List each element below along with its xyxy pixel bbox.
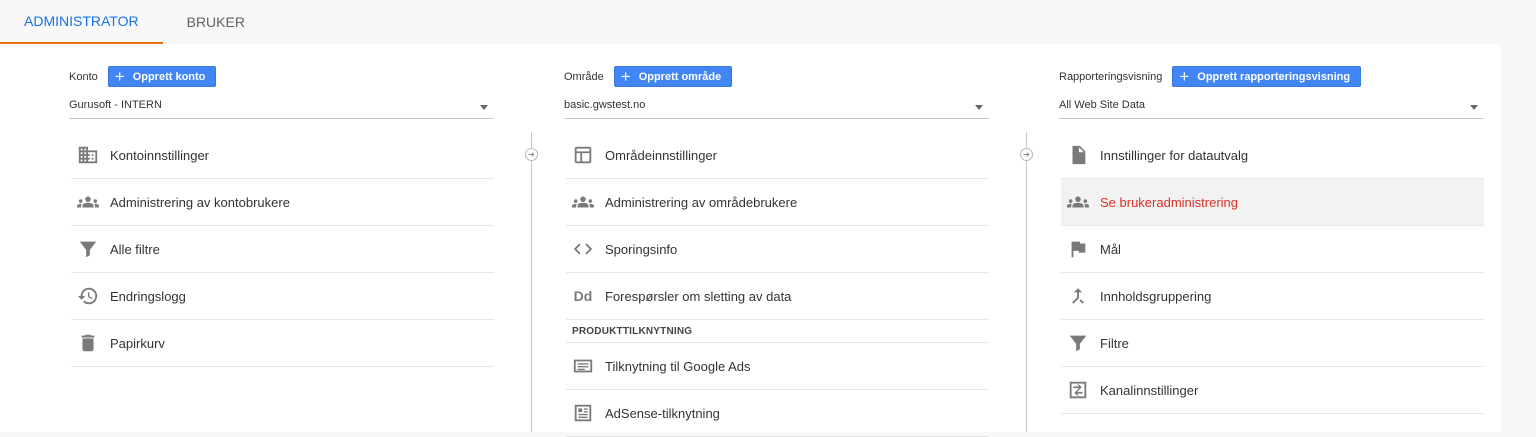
property-menu: Områdeinnstillinger Administrering av om… [566,132,989,437]
menu-item-change-history[interactable]: Endringslogg [71,273,494,320]
dropdown-caret-icon [1470,105,1478,110]
filter-icon [1066,331,1090,355]
dropdown-caret-icon [975,105,983,110]
menu-item-trash[interactable]: Papirkurv [71,320,494,367]
menu-item-account-settings[interactable]: Kontoinnstillinger [71,132,494,179]
tab-bruker[interactable]: BRUKER [163,0,269,44]
menu-item-google-ads-linking[interactable]: Tilknytning til Google Ads [566,343,989,390]
menu-item-adsense-linking[interactable]: AdSense-tilknytning [566,390,989,437]
file-icon [1066,143,1090,167]
menu-item-property-users[interactable]: Administrering av områdebrukere [566,179,989,226]
create-view-button[interactable]: + Opprett rapporteringsvisning [1172,66,1362,87]
ads-icon [571,354,595,378]
property-select[interactable]: basic.gwstest.no [564,99,989,119]
channel-icon [1066,378,1090,402]
account-select-value: Gurusoft - INTERN [69,99,162,111]
account-menu: Kontoinnstillinger Administrering av kon… [71,132,494,367]
people-icon [571,190,595,214]
section-title-product-linking: PRODUKTTILKNYTNING [566,320,989,343]
arrow-right-icon: ➔ [525,148,538,161]
adsense-icon [571,401,595,425]
create-property-button[interactable]: + Opprett område [613,66,733,87]
menu-item-view-user-management[interactable]: Se brukeradministrering [1061,179,1484,226]
filter-icon [76,237,100,261]
admin-tabs: ADMINISTRATOR BRUKER [0,0,269,44]
menu-item-channel-settings[interactable]: Kanalinnstillinger [1061,367,1484,414]
flag-icon [1066,237,1090,261]
view-select-value: All Web Site Data [1059,99,1146,111]
menu-item-content-grouping[interactable]: Innholdsgruppering [1061,273,1484,320]
layout-icon [571,143,595,167]
plus-icon: + [1179,67,1190,86]
account-label: Konto [69,70,98,83]
view-menu: Innstillinger for datautvalg Se brukerad… [1061,132,1484,414]
property-select-value: basic.gwstest.no [564,99,646,111]
plus-icon: + [114,67,125,86]
merge-icon [1066,284,1090,308]
property-label: Område [564,70,604,83]
admin-panel: Konto + Opprett konto Gurusoft - INTERN K… [0,44,1501,437]
dd-icon: Dd [573,288,593,304]
column-divider [531,132,532,432]
building-icon [76,143,100,167]
menu-item-property-settings[interactable]: Områdeinnstillinger [566,132,989,179]
trash-icon [76,331,100,355]
code-icon [571,237,595,261]
menu-item-view-settings[interactable]: Innstillinger for datautvalg [1061,132,1484,179]
menu-item-goals[interactable]: Mål [1061,226,1484,273]
menu-item-filters[interactable]: Filtre [1061,320,1484,367]
column-divider [1026,132,1027,432]
dropdown-caret-icon [480,105,488,110]
menu-item-data-deletion[interactable]: Dd Forespørsler om sletting av data [566,273,989,320]
history-icon [76,284,100,308]
plus-icon: + [620,67,631,86]
menu-item-account-users[interactable]: Administrering av kontobrukere [71,179,494,226]
people-icon [76,190,100,214]
account-select[interactable]: Gurusoft - INTERN [69,99,494,119]
people-icon [1066,190,1090,214]
menu-item-all-filters[interactable]: Alle filtre [71,226,494,273]
view-select[interactable]: All Web Site Data [1059,99,1484,119]
create-account-button[interactable]: + Opprett konto [107,66,217,87]
menu-item-tracking-info[interactable]: Sporingsinfo [566,226,989,273]
arrow-right-icon: ➔ [1020,148,1033,161]
view-label: Rapporteringsvisning [1059,70,1163,83]
tab-administrator[interactable]: ADMINISTRATOR [0,0,163,44]
